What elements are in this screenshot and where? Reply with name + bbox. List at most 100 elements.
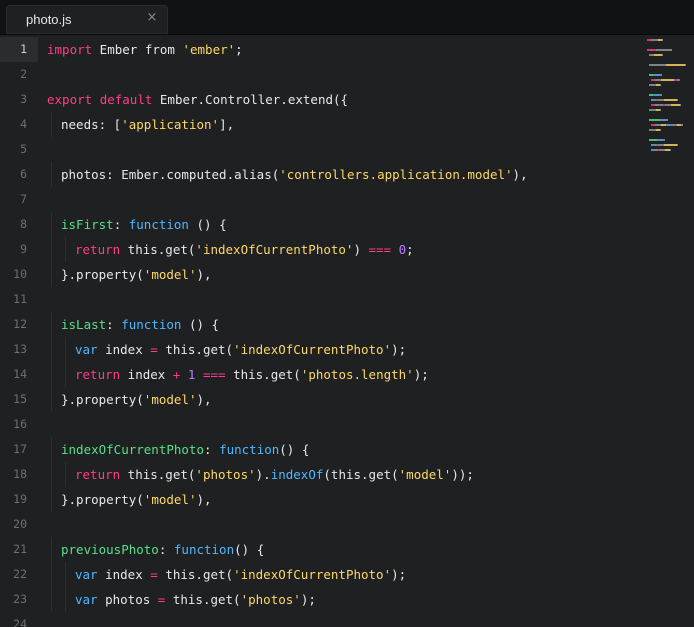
code-token: ) bbox=[353, 242, 369, 257]
minimap-token bbox=[660, 109, 661, 111]
code-token: ), bbox=[512, 167, 528, 182]
code-line[interactable]: indexOfCurrentPhoto: function() { bbox=[61, 437, 309, 462]
tab-bar: photo.js × bbox=[0, 0, 694, 35]
code-token: export bbox=[47, 92, 93, 107]
indent-guide bbox=[51, 112, 52, 137]
code-token: return bbox=[75, 242, 121, 257]
code-line[interactable]: export default Ember.Controller.extend({ bbox=[47, 87, 348, 112]
indent-guide bbox=[51, 387, 52, 412]
code-token: from bbox=[144, 42, 183, 57]
code-token: isLast bbox=[61, 317, 107, 332]
code-token: ); bbox=[391, 342, 407, 357]
code-token: index bbox=[97, 342, 151, 357]
minimap-token bbox=[659, 74, 662, 76]
code-token: indexOfCurrentPhoto bbox=[61, 442, 204, 457]
indent-guide bbox=[51, 237, 52, 262]
code-line[interactable]: needs: ['application'], bbox=[61, 112, 234, 137]
code-line[interactable]: return index + 1 === this.get('photos.le… bbox=[75, 362, 429, 387]
line-number: 9 bbox=[20, 242, 27, 256]
code-token: this.get( bbox=[225, 367, 301, 382]
code-line[interactable]: var index = this.get('indexOfCurrentPhot… bbox=[75, 562, 406, 587]
code-token: () { bbox=[279, 442, 310, 457]
code-token: 'model' bbox=[143, 392, 197, 407]
code-token: ), bbox=[196, 267, 212, 282]
code-token: () { bbox=[234, 542, 265, 557]
minimap-token bbox=[649, 129, 656, 131]
minimap-token bbox=[654, 54, 662, 56]
code-token: 'indexOfCurrentPhoto' bbox=[233, 342, 392, 357]
code-line[interactable]: isFirst: function () { bbox=[61, 212, 227, 237]
indent-guide bbox=[51, 162, 52, 187]
indent-guide bbox=[65, 362, 66, 387]
line-number: 1 bbox=[20, 42, 27, 56]
code-token: isFirst bbox=[61, 217, 114, 232]
code-token: this.get( bbox=[165, 592, 241, 607]
code-token: ), bbox=[196, 392, 212, 407]
code-token: }.property( bbox=[61, 392, 144, 407]
minimap-token bbox=[677, 144, 678, 146]
code-token: 'photos' bbox=[240, 592, 301, 607]
indent-guide bbox=[51, 487, 52, 512]
code-token: 'ember' bbox=[182, 42, 236, 57]
code-line[interactable]: return this.get('indexOfCurrentPhoto') =… bbox=[75, 237, 414, 262]
line-number: 22 bbox=[13, 567, 27, 581]
code-line[interactable]: return this.get('photos').indexOf(this.g… bbox=[75, 462, 474, 487]
code-token: function bbox=[173, 542, 235, 557]
code-editor[interactable]: 1 2 3 4 5 6 7 8 9 10 11 12 13 14 15 16 17 18 19 20 21 22 23 24 … bbox=[0, 35, 694, 627]
tab-title: photo.js bbox=[26, 12, 72, 27]
line-number: 11 bbox=[13, 292, 27, 306]
code-token: : bbox=[106, 317, 122, 332]
editor-window: photo.js × 1 2 3 4 5 6 7 8 9 10 11 12 13 14 15 16 17 18 19… bbox=[0, 0, 694, 627]
minimap-token bbox=[663, 139, 665, 141]
indent-guide bbox=[51, 262, 52, 287]
code-line[interactable]: var index = this.get('indexOfCurrentPhot… bbox=[75, 337, 406, 362]
code-line[interactable]: }.property('model'), bbox=[61, 387, 212, 412]
code-token: : bbox=[158, 542, 174, 557]
code-token: function bbox=[219, 442, 280, 457]
code-token: 'controllers.application.model' bbox=[279, 167, 513, 182]
code-token: 'model' bbox=[143, 492, 197, 507]
code-line[interactable]: }.property('model'), bbox=[61, 487, 212, 512]
code-token: function bbox=[121, 317, 182, 332]
line-number: 6 bbox=[20, 167, 27, 181]
code-line[interactable]: import Ember from 'ember'; bbox=[47, 37, 243, 62]
code-token: )); bbox=[451, 467, 474, 482]
code-line[interactable]: photos: Ember.computed.alias('controller… bbox=[61, 162, 528, 187]
minimap-token bbox=[660, 84, 661, 86]
code-token: indexOf bbox=[270, 467, 324, 482]
code-token: 'photos' bbox=[195, 467, 256, 482]
code-token: import bbox=[47, 42, 93, 57]
code-line[interactable]: var photos = this.get('photos'); bbox=[75, 587, 316, 612]
code-token: ), bbox=[196, 492, 212, 507]
code-token: photos: Ember.computed.alias( bbox=[61, 167, 280, 182]
code-token: this.get( bbox=[120, 467, 196, 482]
code-area[interactable]: import Ember from 'ember'; export default… bbox=[47, 35, 637, 627]
indent-guide bbox=[65, 462, 66, 487]
minimap[interactable] bbox=[645, 35, 694, 165]
indent-guide bbox=[65, 587, 66, 612]
code-token: return bbox=[75, 367, 121, 382]
code-line[interactable]: }.property('model'), bbox=[61, 262, 212, 287]
code-token: Ember bbox=[92, 42, 145, 57]
indent-guide bbox=[51, 312, 52, 337]
code-token: index bbox=[120, 367, 173, 382]
line-number: 14 bbox=[13, 367, 27, 381]
code-token: 'photos.length' bbox=[300, 367, 414, 382]
minimap-token bbox=[649, 84, 656, 86]
code-token: = bbox=[150, 342, 158, 357]
minimap-token bbox=[649, 109, 656, 111]
minimap-token bbox=[677, 99, 678, 101]
code-line[interactable]: isLast: function () { bbox=[61, 312, 219, 337]
code-token: === bbox=[202, 367, 226, 382]
tab-photo-js[interactable]: photo.js × bbox=[6, 5, 168, 34]
code-token: : bbox=[204, 442, 220, 457]
code-token: 'model' bbox=[143, 267, 197, 282]
minimap-token bbox=[666, 64, 685, 66]
close-icon[interactable]: × bbox=[144, 10, 160, 26]
minimap-token bbox=[679, 79, 680, 81]
minimap-token bbox=[649, 64, 666, 66]
minimap-token bbox=[685, 64, 686, 66]
minimap-token bbox=[656, 49, 672, 51]
code-token: this.get( bbox=[157, 567, 234, 582]
code-line[interactable]: previousPhoto: function() { bbox=[61, 537, 264, 562]
